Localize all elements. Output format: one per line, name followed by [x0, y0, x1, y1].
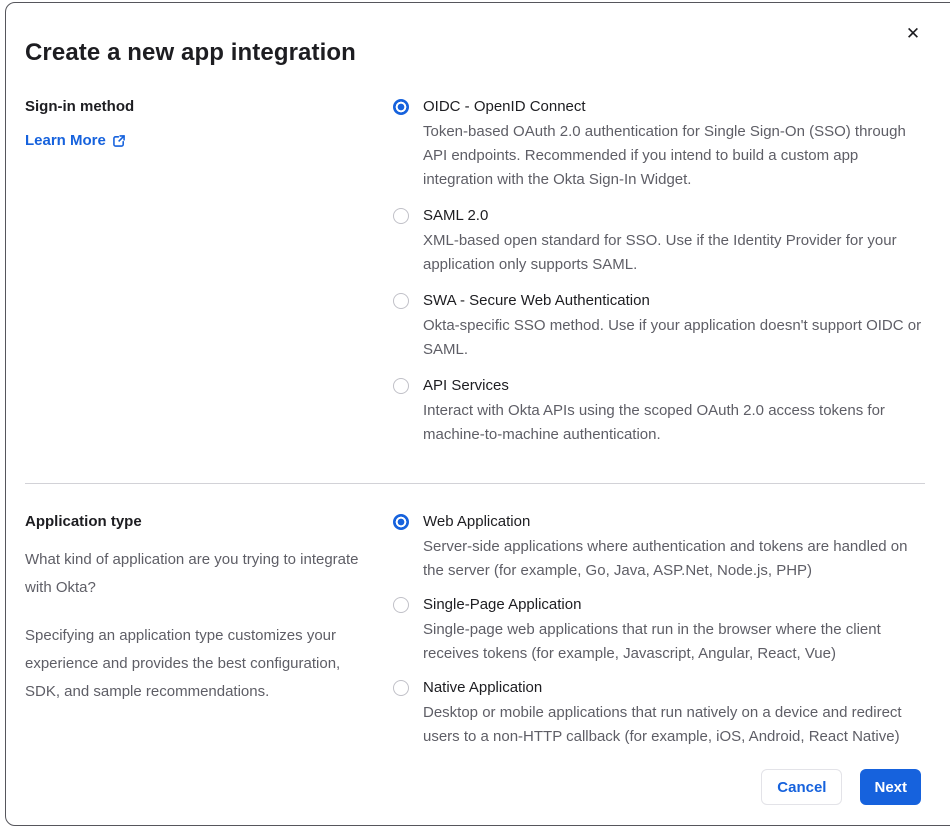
- radio-option-label[interactable]: SAML 2.0: [423, 206, 925, 226]
- radio-api-services[interactable]: [393, 378, 409, 394]
- radio-option-native-application: Native Application Desktop or mobile app…: [393, 678, 925, 749]
- radio-option-label[interactable]: Native Application: [423, 678, 925, 698]
- radio-option-label[interactable]: Web Application: [423, 512, 925, 532]
- radio-option-web-application: Web Application Server-side applications…: [393, 512, 925, 583]
- radio-saml[interactable]: [393, 208, 409, 224]
- dialog-title: Create a new app integration: [25, 39, 356, 66]
- create-app-integration-dialog: ✕ Create a new app integration Sign-in m…: [5, 2, 950, 826]
- radio-web-application[interactable]: [393, 514, 409, 530]
- radio-option-api-services: API Services Interact with Okta APIs usi…: [393, 376, 925, 447]
- next-button[interactable]: Next: [860, 769, 921, 805]
- radio-option-description: Server-side applications where authentic…: [423, 538, 908, 579]
- cancel-button[interactable]: Cancel: [761, 769, 843, 805]
- application-type-question: What kind of application are you trying …: [25, 551, 359, 596]
- radio-option-oidc: OIDC - OpenID Connect Token-based OAuth …: [393, 97, 925, 192]
- radio-option-description: Okta-specific SSO method. Use if your ap…: [423, 317, 922, 358]
- application-type-section: Application type What kind of applicatio…: [25, 512, 925, 761]
- radio-swa[interactable]: [393, 293, 409, 309]
- application-type-help-text: Specifying an application type customize…: [25, 627, 341, 700]
- radio-option-label[interactable]: API Services: [423, 376, 925, 396]
- radio-option-swa: SWA - Secure Web Authentication Okta-spe…: [393, 291, 925, 362]
- radio-single-page-application[interactable]: [393, 597, 409, 613]
- radio-option-description: Token-based OAuth 2.0 authentication for…: [423, 123, 906, 188]
- learn-more-link[interactable]: Learn More: [25, 131, 126, 151]
- application-type-label: Application type: [25, 513, 142, 530]
- external-link-icon: [112, 135, 125, 147]
- radio-option-single-page-application: Single-Page Application Single-page web …: [393, 595, 925, 666]
- dialog-footer: Cancel Next: [761, 769, 921, 805]
- learn-more-label: Learn More: [25, 132, 106, 149]
- radio-option-label[interactable]: OIDC - OpenID Connect: [423, 97, 925, 117]
- radio-option-description: Interact with Okta APIs using the scoped…: [423, 402, 885, 443]
- sign-in-method-options: OIDC - OpenID Connect Token-based OAuth …: [393, 97, 925, 447]
- radio-option-description: Desktop or mobile applications that run …: [423, 704, 902, 745]
- radio-option-saml: SAML 2.0 XML-based open standard for SSO…: [393, 206, 925, 277]
- sign-in-method-section: Sign-in method Learn More OIDC - OpenID …: [25, 97, 925, 447]
- close-icon[interactable]: ✕: [902, 23, 924, 45]
- radio-option-description: Single-page web applications that run in…: [423, 621, 881, 662]
- radio-option-description: XML-based open standard for SSO. Use if …: [423, 232, 897, 273]
- sign-in-method-label: Sign-in method: [25, 98, 135, 115]
- radio-option-label[interactable]: Single-Page Application: [423, 595, 925, 615]
- section-divider: [25, 483, 925, 484]
- application-type-options: Web Application Server-side applications…: [393, 512, 925, 761]
- radio-native-application[interactable]: [393, 680, 409, 696]
- radio-option-label[interactable]: SWA - Secure Web Authentication: [423, 291, 925, 311]
- radio-oidc[interactable]: [393, 99, 409, 115]
